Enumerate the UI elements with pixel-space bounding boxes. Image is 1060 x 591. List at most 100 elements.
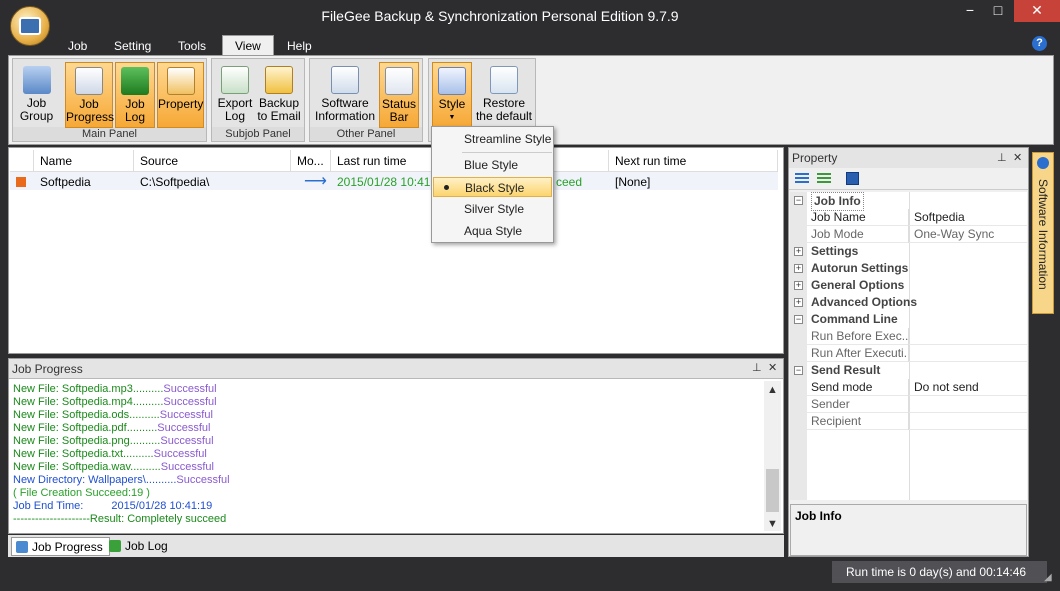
- status-bar-button[interactable]: Status Bar: [379, 62, 419, 128]
- column-header-source[interactable]: Source: [134, 150, 291, 172]
- style-button[interactable]: Style ▼: [432, 62, 472, 128]
- log-time: 2015/01/28 10:41:19: [111, 500, 213, 512]
- help-icon[interactable]: ?: [1032, 36, 1047, 51]
- app-menu-button[interactable]: [10, 6, 50, 46]
- property-row[interactable]: Send mode Do not send: [790, 379, 1027, 396]
- cell-status: ceed: [556, 175, 583, 189]
- category-command-line[interactable]: − Command Line: [790, 311, 1027, 328]
- pin-icon[interactable]: ⊥: [752, 361, 762, 374]
- log-text: New File: Softpedia.mp4..........: [13, 396, 164, 408]
- button-label: Job Log: [124, 97, 146, 124]
- log-result: Successful: [163, 396, 217, 408]
- alphabetical-icon[interactable]: [817, 173, 831, 185]
- category-advanced[interactable]: + Advanced Options: [790, 294, 1027, 311]
- property-row[interactable]: Run Before Exec...: [790, 328, 1027, 345]
- log-line: ---------------------Result: Completely …: [13, 513, 227, 525]
- category-general[interactable]: + General Options: [790, 277, 1027, 294]
- column-header-next-run[interactable]: Next run time: [609, 150, 778, 172]
- menu-tools[interactable]: Tools: [166, 38, 218, 56]
- property-row[interactable]: Sender: [790, 396, 1027, 413]
- job-group-button[interactable]: Job Group: [15, 62, 58, 128]
- property-row[interactable]: Job Mode One-Way Sync: [790, 226, 1027, 243]
- log-result: Successful: [159, 409, 213, 421]
- property-row[interactable]: Run After Executi...: [790, 345, 1027, 362]
- menu-item-streamline-style[interactable]: Streamline Style: [433, 129, 552, 149]
- job-progress-button[interactable]: Job Progress: [65, 62, 115, 128]
- close-panel-icon[interactable]: ✕: [1013, 151, 1022, 164]
- save-icon[interactable]: [846, 172, 859, 185]
- resize-grip-icon[interactable]: ◢: [1044, 572, 1052, 583]
- collapse-icon[interactable]: −: [794, 315, 803, 324]
- pin-icon[interactable]: ⊥: [997, 151, 1007, 164]
- export-log-button[interactable]: Export Log: [215, 62, 255, 128]
- expand-icon[interactable]: +: [794, 298, 803, 307]
- button-label: Job Progress: [66, 97, 115, 124]
- category-label: Command Line: [811, 312, 898, 326]
- arrow-right-icon: ⟶: [304, 173, 327, 190]
- restore-default-button[interactable]: Restore the default: [474, 62, 534, 128]
- app-logo-icon: [19, 17, 41, 35]
- side-tab-software-information[interactable]: Software Information: [1032, 152, 1054, 314]
- log-text: Job End Time:: [13, 500, 84, 512]
- menu-view[interactable]: View: [222, 35, 274, 56]
- property-button[interactable]: Property: [157, 62, 204, 128]
- column-header-name[interactable]: Name: [34, 150, 134, 172]
- log-text: New Directory: Wallpapers\..........: [13, 474, 177, 486]
- close-panel-icon[interactable]: ✕: [768, 361, 777, 374]
- category-send-result[interactable]: − Send Result: [790, 362, 1027, 379]
- button-label: Job Group: [19, 96, 54, 123]
- category-job-info[interactable]: − Job Info: [790, 192, 1027, 211]
- status-run-time: Run time is 0 day(s) and 00:14:46: [832, 561, 1047, 583]
- log-text: New File: Softpedia.png..........: [13, 435, 161, 447]
- button-label: Property: [158, 97, 204, 111]
- job-progress-tab-icon: [16, 541, 28, 553]
- category-label: Autorun Settings: [811, 261, 909, 275]
- tab-job-progress[interactable]: Job Progress: [11, 537, 110, 556]
- group-label: Other Panel: [310, 127, 422, 141]
- column-header-icon[interactable]: [10, 150, 34, 172]
- categorized-icon[interactable]: [795, 173, 809, 185]
- scroll-down-icon[interactable]: ▼: [767, 518, 778, 530]
- property-key: Recipient: [811, 413, 909, 430]
- collapse-icon[interactable]: −: [794, 196, 803, 205]
- expand-icon[interactable]: +: [794, 281, 803, 290]
- log-result: Successful: [153, 448, 207, 460]
- property-row[interactable]: Job Name Softpedia: [790, 209, 1027, 226]
- tab-job-log[interactable]: Job Log: [105, 537, 174, 556]
- column-header-mode[interactable]: Mo...: [291, 150, 331, 172]
- property-key: Run Before Exec...: [811, 328, 909, 345]
- scroll-up-icon[interactable]: ▲: [767, 384, 778, 396]
- scroll-thumb[interactable]: [766, 469, 779, 512]
- log-text: New File: Softpedia.mp3..........: [13, 383, 164, 395]
- log-line: New File: Softpedia.wav..........Success…: [13, 461, 214, 474]
- menu-item-silver-style[interactable]: Silver Style: [433, 199, 552, 219]
- property-value: Do not send: [914, 380, 979, 394]
- maximize-button[interactable]: □: [988, 0, 1008, 22]
- status-bar-icon: [385, 67, 413, 95]
- log-text: New File: Softpedia.wav..........: [13, 461, 161, 473]
- menu-item-black-style[interactable]: Black Style: [433, 177, 552, 197]
- close-button[interactable]: ✕: [1014, 0, 1060, 22]
- category-settings[interactable]: + Settings: [790, 243, 1027, 260]
- property-row[interactable]: Recipient: [790, 413, 1027, 430]
- menu-separator: [462, 152, 552, 153]
- cell-next-run: [None]: [615, 175, 651, 189]
- property-key: Sender: [811, 396, 909, 413]
- menu-help[interactable]: Help: [275, 38, 324, 56]
- menu-job[interactable]: Job: [56, 38, 99, 56]
- expand-icon[interactable]: +: [794, 264, 803, 273]
- minimize-button[interactable]: −: [960, 0, 980, 22]
- backup-to-email-button[interactable]: Backup to Email: [256, 62, 302, 128]
- menu-item-blue-style[interactable]: Blue Style: [433, 155, 552, 175]
- collapse-icon[interactable]: −: [794, 366, 803, 375]
- menu-item-aqua-style[interactable]: Aqua Style: [433, 221, 552, 241]
- menu-setting[interactable]: Setting: [102, 38, 163, 56]
- expand-icon[interactable]: +: [794, 247, 803, 256]
- category-autorun[interactable]: + Autorun Settings: [790, 260, 1027, 277]
- log-text: New File: Softpedia.txt..........: [13, 448, 154, 460]
- chevron-down-icon: ▼: [448, 114, 456, 121]
- job-log-button[interactable]: Job Log: [115, 62, 155, 128]
- log-line: New File: Softpedia.txt..........Success…: [13, 448, 207, 461]
- log-line: ( File Creation Succeed:19 ): [13, 487, 150, 499]
- software-information-button[interactable]: Software Information: [312, 62, 378, 128]
